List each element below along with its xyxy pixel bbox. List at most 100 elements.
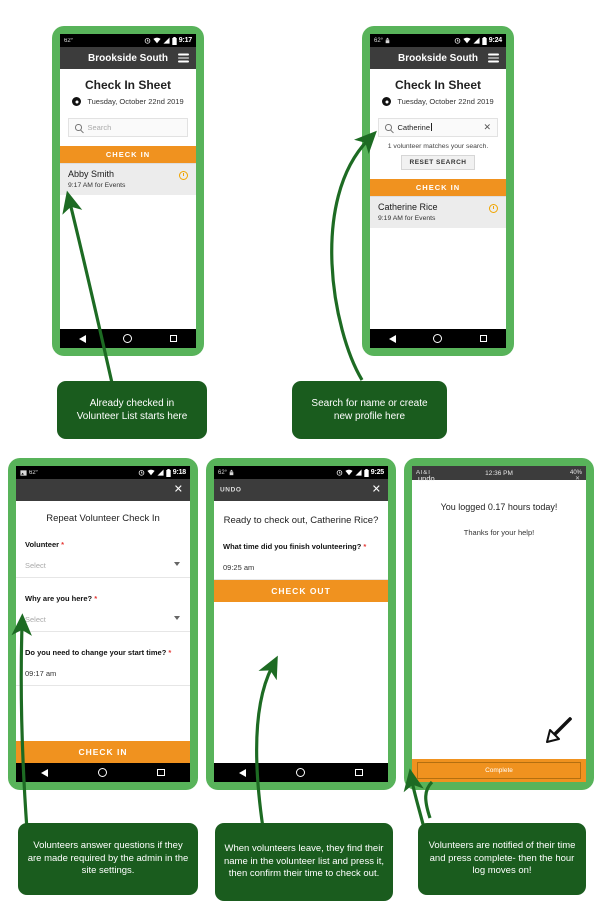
nav-recents-icon[interactable] xyxy=(169,334,178,343)
clear-search-icon[interactable]: ✕ xyxy=(483,123,491,132)
temperature-label: 62° xyxy=(64,37,74,44)
sheet-date-label: Tuesday, October 22nd 2019 xyxy=(87,97,184,106)
battery-icon xyxy=(166,468,171,477)
phone-repeat-checkin-form: 62° 9:18 ✕ Repeat Volunteer Check In Vol… xyxy=(8,458,198,790)
field-label-finish-time: What time did you finish volunteering? * xyxy=(214,542,388,551)
search-match-note: 1 volunteer matches your search. xyxy=(387,143,489,150)
callout-complete: Volunteers are notified of their time an… xyxy=(418,823,586,895)
check-in-submit-button[interactable]: CHECK IN xyxy=(16,741,190,763)
nav-recents-icon[interactable] xyxy=(157,768,165,777)
search-icon xyxy=(75,124,82,131)
search-input[interactable]: Catherine ✕ xyxy=(378,118,498,137)
android-nav-bar xyxy=(60,329,196,348)
temperature-label: 62° xyxy=(374,37,384,44)
diagram-canvas: 62° 9:17 Brookside South Check In Sheet … xyxy=(0,0,600,912)
finish-time-value: 09:25 am xyxy=(223,563,255,572)
sheet-date-row: Tuesday, October 22nd 2019 xyxy=(370,97,506,106)
thanks-message: Thanks for your help! xyxy=(463,528,535,537)
search-value: Catherine xyxy=(398,123,478,132)
checkout-prompt: Ready to check out, Catherine Rice? xyxy=(223,515,379,526)
signal-icon xyxy=(163,37,170,44)
battery-icon xyxy=(364,468,369,477)
close-icon[interactable]: ✕ xyxy=(372,484,381,496)
close-icon[interactable]: ✕ xyxy=(575,475,580,482)
why-select[interactable]: Select xyxy=(16,615,190,632)
hamburger-icon[interactable] xyxy=(488,53,499,63)
nav-home-icon[interactable] xyxy=(98,768,108,777)
app-bar: Brookside South xyxy=(60,47,196,69)
finish-time-input[interactable]: 09:25 am xyxy=(214,563,388,580)
signal-icon xyxy=(157,469,164,476)
callout-search: Search for name or create new profile he… xyxy=(292,381,447,439)
signal-icon xyxy=(355,469,362,476)
page-title: Check In Sheet xyxy=(84,78,172,92)
wifi-icon xyxy=(345,469,353,476)
undo-button[interactable]: UNDO xyxy=(220,487,242,494)
nav-home-icon[interactable] xyxy=(296,768,306,777)
complete-bar: Complete xyxy=(412,759,586,782)
ios-status-bar: AT&T 12:36 PM 40% undo ✕ xyxy=(412,466,586,483)
clock-icon xyxy=(382,97,392,106)
clock-time: 9:18 xyxy=(172,469,186,476)
search-placeholder: Search xyxy=(87,123,112,132)
nav-back-icon[interactable] xyxy=(78,334,86,343)
start-time-input[interactable]: 09:17 am xyxy=(16,669,190,686)
check-in-button[interactable]: CHECK IN xyxy=(370,179,506,196)
temperature-label: 62° xyxy=(29,469,39,476)
nav-back-icon[interactable] xyxy=(388,334,396,343)
nav-back-icon[interactable] xyxy=(41,768,49,777)
form-empty-space xyxy=(16,686,190,741)
list-empty-space xyxy=(370,228,506,329)
volunteer-detail: 9:17 AM for Events xyxy=(68,182,126,189)
volunteer-select[interactable]: Select xyxy=(16,561,190,578)
required-asterisk: * xyxy=(92,594,98,603)
sheet-date-label: Tuesday, October 22nd 2019 xyxy=(397,97,494,106)
confirmation-empty-space xyxy=(412,537,586,759)
signal-icon xyxy=(473,37,480,44)
hamburger-icon[interactable] xyxy=(178,53,189,63)
close-icon[interactable]: ✕ xyxy=(174,484,183,496)
upload-icon xyxy=(385,37,390,44)
nav-back-icon[interactable] xyxy=(239,768,247,777)
field-label-text: Do you need to change your start time? xyxy=(25,648,167,657)
wifi-icon xyxy=(147,469,155,476)
history-icon xyxy=(179,171,188,180)
why-select-value: Select xyxy=(25,615,46,624)
check-out-submit-button[interactable]: CHECK OUT xyxy=(214,580,388,602)
app-bar: ✕ xyxy=(16,479,190,501)
field-label-text: Why are you here? xyxy=(25,594,93,603)
nav-recents-icon[interactable] xyxy=(479,334,488,343)
reset-search-button[interactable]: RESET SEARCH xyxy=(400,155,476,170)
callout-checkout: When volunteers leave, they find their n… xyxy=(215,823,393,901)
search-icon xyxy=(385,124,392,131)
complete-button[interactable]: Complete xyxy=(417,762,581,779)
app-bar: Brookside South xyxy=(370,47,506,69)
callout-checked-in: Already checked in Volunteer List starts… xyxy=(57,381,207,439)
check-in-button[interactable]: CHECK IN xyxy=(60,146,196,163)
clock-time: 12:36 PM xyxy=(485,469,513,477)
alarm-icon xyxy=(138,470,145,476)
alarm-icon xyxy=(454,38,461,44)
volunteer-detail: 9:19 AM for Events xyxy=(378,215,436,222)
undo-button[interactable]: undo xyxy=(418,474,435,483)
alarm-icon xyxy=(336,470,343,476)
phone-confirmation: AT&T 12:36 PM 40% undo ✕ You logged 0.17… xyxy=(404,458,594,790)
android-nav-bar xyxy=(370,329,506,348)
field-label-text: Volunteer xyxy=(25,540,60,549)
app-bar: UNDO ✕ xyxy=(214,479,388,501)
alarm-icon xyxy=(144,38,151,44)
volunteer-list-item[interactable]: Catherine Rice 9:19 AM for Events xyxy=(370,196,506,228)
search-input[interactable]: Search xyxy=(68,118,188,137)
nav-recents-icon[interactable] xyxy=(355,768,363,777)
nav-home-icon[interactable] xyxy=(123,334,133,343)
history-icon xyxy=(489,204,498,213)
field-label-text: What time did you finish volunteering? xyxy=(223,542,362,551)
nav-home-icon[interactable] xyxy=(433,334,443,343)
volunteer-select-value: Select xyxy=(25,561,46,570)
start-time-value: 09:17 am xyxy=(25,669,57,678)
volunteer-list-item[interactable]: Abby Smith 9:17 AM for Events xyxy=(60,163,196,195)
required-asterisk: * xyxy=(361,542,367,551)
android-nav-bar xyxy=(214,763,388,782)
status-bar: 62° 9:24 xyxy=(370,34,506,47)
phone-checkin-list: 62° 9:17 Brookside South Check In Sheet … xyxy=(52,26,204,356)
